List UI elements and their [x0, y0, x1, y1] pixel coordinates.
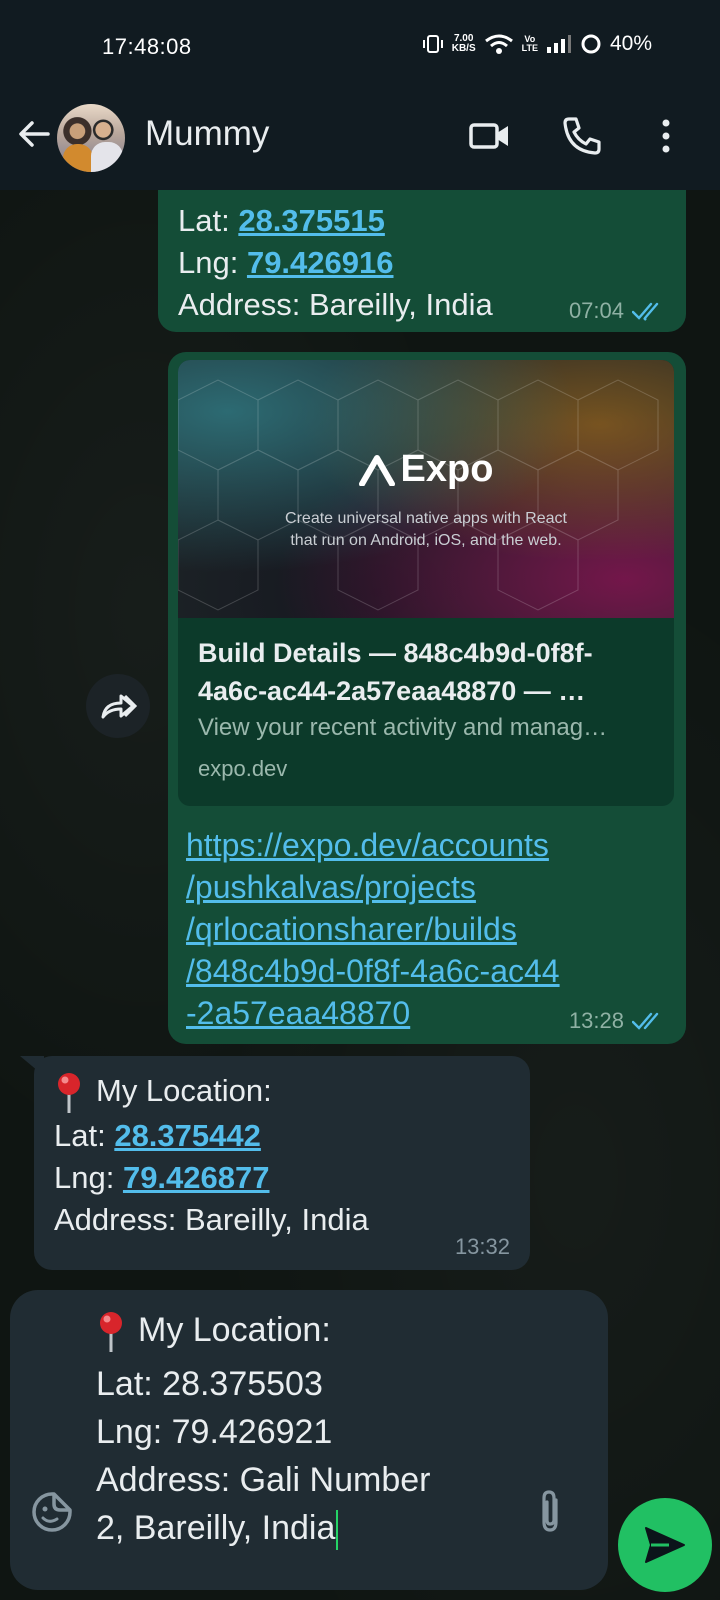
round-pushpin-icon — [96, 1310, 126, 1354]
expo-logo: Expo — [178, 448, 674, 491]
back-arrow-icon[interactable] — [14, 114, 54, 154]
composer-text-line: Lng: 79.426921 — [96, 1413, 333, 1451]
expo-chevron-icon — [358, 454, 395, 486]
double-check-icon — [632, 301, 666, 321]
composer-text-line: Address: Gali Number — [96, 1461, 431, 1499]
preview-description: View your recent activity and manag… — [198, 714, 608, 741]
more-vert-icon[interactable] — [644, 114, 688, 158]
net-speed: 7.00 KB/S — [451, 33, 476, 54]
location-heading: My Location: — [96, 1073, 272, 1108]
status-time: 17:48:08 — [102, 34, 192, 59]
sticker-icon[interactable] — [30, 1490, 74, 1534]
message-outgoing-location[interactable]: Lat: 28.375515 Lng: 79.426916 Address: B… — [158, 190, 686, 332]
status-bar: 17:48:08 7.00 KB/S Vo LTE 40% — [0, 0, 720, 96]
send-button[interactable] — [618, 1498, 712, 1592]
address-text: Address: Bareilly, India — [178, 287, 493, 322]
bubble-tail — [20, 1056, 44, 1076]
battery-icon — [581, 34, 601, 54]
chat-header: Mummy — [0, 96, 720, 190]
send-icon — [645, 1527, 685, 1563]
message-time: 13:28 — [568, 1008, 624, 1033]
url-line[interactable]: /848c4b9d-0f8f-4a6c-ac44 — [186, 950, 560, 992]
composer-text-line: My Location: — [138, 1311, 331, 1349]
preview-title: Build Details — 848c4b9d-0f8f- 4a6c-ac44… — [198, 638, 593, 706]
composer-text-line: 2, Bareilly, India — [96, 1509, 336, 1547]
url-line[interactable]: /qrlocationsharer/builds — [186, 908, 560, 950]
preview-domain: expo.dev — [198, 756, 288, 781]
signal-icon — [546, 35, 571, 53]
text-caret — [336, 1510, 339, 1551]
message-meta: 07:04 — [569, 298, 666, 324]
battery-level: 40% — [609, 32, 652, 55]
preview-image: Expo Create universal native apps with R… — [178, 360, 674, 618]
message-input[interactable]: My Location: Lat: 28.375503 Lng: 79.4269… — [10, 1290, 608, 1590]
url-text[interactable]: https://expo.dev/accounts /pushkalvas/pr… — [186, 824, 560, 1034]
forward-icon — [101, 694, 137, 719]
url-line[interactable]: https://expo.dev/accounts — [186, 824, 560, 866]
latitude-link[interactable]: 28.375515 — [238, 203, 385, 238]
message-time: 07:04 — [568, 298, 624, 323]
message-meta: 13:32 — [455, 1234, 510, 1260]
phone-icon[interactable] — [560, 114, 604, 158]
composer-text-line: Lat: 28.375503 — [96, 1365, 323, 1403]
url-line[interactable]: /pushkalvas/projects — [186, 866, 560, 908]
url-line[interactable]: -2a57eaa48870 — [186, 992, 560, 1034]
vibrate-icon — [422, 35, 443, 53]
longitude-link[interactable]: 79.426916 — [247, 245, 394, 280]
longitude-link[interactable]: 79.426877 — [123, 1160, 270, 1195]
wifi-icon — [484, 34, 513, 54]
address-text: Address: Bareilly, India — [54, 1201, 369, 1237]
avatar[interactable] — [57, 104, 125, 172]
preview-tagline: Create universal native apps with React … — [285, 510, 567, 549]
message-meta: 13:28 — [569, 1008, 666, 1034]
video-call-icon[interactable] — [468, 114, 512, 158]
double-check-icon — [632, 1012, 659, 1030]
paperclip-icon[interactable] — [534, 1488, 568, 1536]
message-outgoing-link[interactable]: Expo Create universal native apps with R… — [168, 352, 686, 1044]
latitude-link[interactable]: 28.375442 — [114, 1118, 261, 1153]
status-icons: 7.00 KB/S Vo LTE 40% — [422, 32, 652, 56]
link-preview-card[interactable]: Expo Create universal native apps with R… — [178, 360, 674, 806]
contact-name[interactable]: Mummy — [145, 114, 269, 154]
message-incoming-location[interactable]: My Location: Lat: 28.375442 Lng: 79.4268… — [20, 1056, 530, 1270]
forward-button[interactable] — [86, 674, 150, 738]
round-pushpin-icon — [54, 1071, 84, 1115]
volte-indicator: Vo LTE — [521, 34, 538, 53]
message-time: 13:32 — [454, 1234, 510, 1259]
